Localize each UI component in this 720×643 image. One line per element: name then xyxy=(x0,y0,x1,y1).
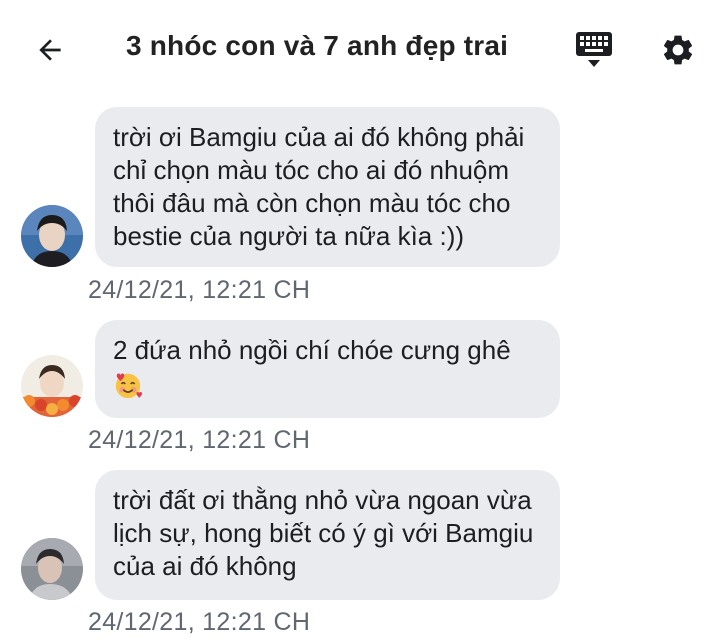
avatar-photo xyxy=(21,538,83,600)
message-bubble[interactable]: trời ơi Bamgiu của ai đó không phải chỉ … xyxy=(95,107,560,267)
smiling-face-with-hearts-icon xyxy=(115,373,143,399)
message-timestamp: 24/12/21, 12:21 CH xyxy=(88,608,311,636)
gear-icon xyxy=(663,35,693,65)
chat-header: 3 nhóc con và 7 anh đẹp trai xyxy=(0,0,720,100)
settings-button[interactable] xyxy=(656,28,700,72)
avatar[interactable] xyxy=(21,205,83,267)
message-bubble[interactable]: trời đất ơi thằng nhỏ vừa ngoan vừa lịch… xyxy=(95,470,560,600)
arrow-left-icon xyxy=(39,39,61,61)
message-line: lịch sự, hong biết có ý gì với Bamgiu xyxy=(113,518,534,548)
message-line: trời ơi Bamgiu của ai đó không phải xyxy=(113,122,525,152)
message-line: thôi đâu mà còn chọn màu tóc cho xyxy=(113,188,511,218)
keyboard-button[interactable] xyxy=(572,28,616,72)
chat-title: 3 nhóc con và 7 anh đẹp trai xyxy=(126,30,509,61)
avatar-photo xyxy=(21,205,83,267)
message-line: bestie của người ta nữa kìa :)) xyxy=(113,221,465,251)
avatar-photo xyxy=(21,355,83,417)
message-bubble[interactable]: 2 đứa nhỏ ngồi chí chóe cưng ghê xyxy=(95,320,560,418)
message-emoji-line xyxy=(113,367,542,400)
message-line: 2 đứa nhỏ ngồi chí chóe cưng ghê xyxy=(113,335,511,365)
message-line: của ai đó không xyxy=(113,551,297,581)
message-timestamp: 24/12/21, 12:21 CH xyxy=(88,276,311,304)
message-line: trời đất ơi thằng nhỏ vừa ngoan vừa xyxy=(113,485,532,515)
message-timestamp: 24/12/21, 12:21 CH xyxy=(88,426,311,454)
avatar[interactable] xyxy=(21,355,83,417)
keyboard-icon xyxy=(576,32,612,67)
avatar[interactable] xyxy=(21,538,83,600)
message-line: chỉ chọn màu tóc cho ai đó nhuộm xyxy=(113,155,510,185)
back-button[interactable] xyxy=(28,28,72,72)
